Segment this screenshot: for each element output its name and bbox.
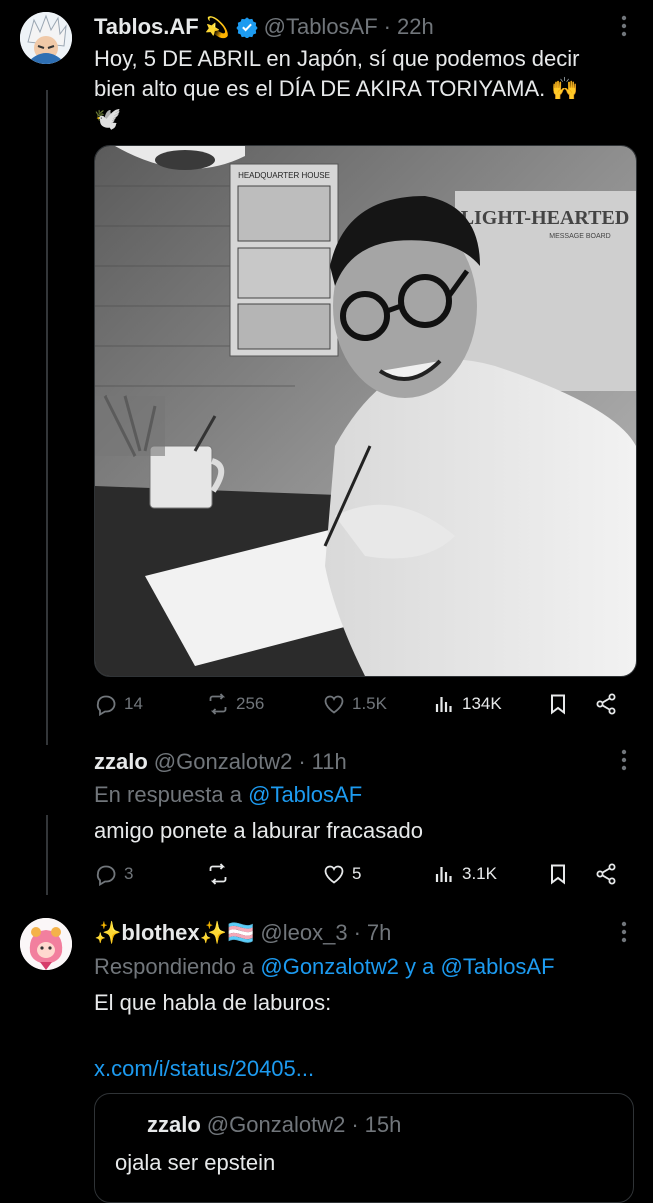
tweet-text-line3: 🕊️ (94, 106, 122, 131)
views-count: 134K (462, 694, 502, 713)
views-icon (435, 867, 452, 882)
tweet-text: Hoy, 5 DE ABRIL en Japón, sí que podemos… (94, 44, 639, 134)
more-horizontal-icon[interactable] (612, 920, 636, 950)
verified-badge-icon (235, 16, 258, 38)
reply-context: En respuesta a @TablosAF (94, 780, 362, 810)
author-handle[interactable]: @leox_3 (260, 920, 347, 946)
share-icon (596, 693, 616, 715)
tweet-text-line1: Hoy, 5 DE ABRIL en Japón, sí que podemos… (94, 46, 580, 71)
timestamp[interactable]: 11h (312, 749, 347, 775)
sign-text: LIGHT-HEARTED (461, 207, 630, 229)
repost-icon (209, 863, 227, 885)
reply-to-link-1[interactable]: @Gonzalotw2 (260, 954, 399, 979)
reply-actions: 3 5 3.1K (94, 862, 633, 894)
author-handle[interactable]: @TablosAF (264, 14, 378, 40)
reply-prefix: En respuesta a (94, 782, 242, 807)
more-horizontal-icon[interactable] (612, 748, 636, 778)
author-name[interactable]: zzalo (94, 749, 148, 775)
photo-akira-toriyama: HEADQUARTER HOUSE LIGHT-HEARTED MESSAGE … (95, 146, 636, 676)
views-button[interactable]: 3.1K (432, 862, 497, 886)
avatar-image (20, 12, 72, 64)
reply-and: y a (405, 954, 435, 979)
dot-separator: · (353, 920, 361, 945)
dot-separator: · (298, 749, 306, 774)
like-icon (324, 695, 344, 714)
reply-icon (96, 865, 116, 886)
quote-author-handle: @Gonzalotw2 (206, 1112, 346, 1137)
status-link[interactable]: x.com/i/status/20405... (94, 1054, 314, 1084)
thread-line-bottom (46, 815, 48, 895)
more-horizontal-icon[interactable] (612, 14, 636, 44)
timestamp[interactable]: 7h (367, 920, 391, 946)
bookmark-button[interactable] (546, 862, 570, 886)
reply-icon (96, 695, 116, 716)
sign-sub: MESSAGE BOARD (549, 233, 610, 240)
repost-button[interactable] (206, 862, 236, 886)
reply-to-link[interactable]: @TablosAF (248, 782, 362, 807)
dot-separator: · (383, 14, 391, 39)
tweet-actions: 14 256 1.5K 134K (94, 692, 633, 724)
share-button[interactable] (594, 862, 618, 886)
quote-timestamp: 15h (364, 1112, 402, 1137)
like-button[interactable]: 5 (322, 862, 361, 886)
author-name[interactable]: Tablos.AF (94, 14, 199, 40)
like-count: 5 (352, 864, 362, 883)
views-button[interactable]: 134K (432, 692, 502, 716)
repost-count: 256 (236, 694, 265, 713)
sparkle-emoji: 💫 (204, 16, 230, 39)
views-count: 3.1K (462, 864, 497, 883)
repost-button[interactable]: 256 (206, 692, 264, 716)
reply-to-link-2[interactable]: @TablosAF (441, 954, 555, 979)
reply-context: Respondiendo a @Gonzalotw2 y a @TablosAF (94, 952, 555, 982)
bookmark-icon (551, 694, 565, 715)
reply-text: amigo ponete a laburar fracasado (94, 818, 423, 843)
repost-icon (209, 693, 227, 715)
like-button[interactable]: 1.5K (322, 692, 387, 716)
share-icon (596, 863, 616, 885)
bookmark-icon (551, 864, 565, 885)
reply-text: El que habla de laburos: (94, 990, 332, 1015)
thread-line-top (46, 90, 48, 745)
tweet-text-line2: bien alto que es el DÍA DE AKIRA TORIYAM… (94, 76, 579, 101)
like-icon (324, 865, 344, 884)
quote-text: ojala ser epstein (115, 1150, 276, 1175)
share-button[interactable] (594, 692, 618, 716)
avatar-image (20, 918, 72, 970)
timestamp[interactable]: 22h (397, 14, 434, 40)
reply-count: 3 (124, 864, 134, 883)
like-count: 1.5K (352, 694, 387, 713)
quoted-tweet[interactable]: zzalo @Gonzalotw2 · 15h ojala ser epstei… (94, 1093, 634, 1203)
reply-prefix: Respondiendo a (94, 954, 255, 979)
bookmark-button[interactable] (546, 692, 570, 716)
reply-button[interactable]: 3 (94, 862, 133, 886)
avatar-tablosaf[interactable] (20, 12, 72, 64)
views-icon (435, 697, 452, 712)
tweet-photo[interactable]: HEADQUARTER HOUSE LIGHT-HEARTED MESSAGE … (94, 145, 637, 677)
quote-author-name: zzalo (147, 1112, 201, 1137)
board-title: HEADQUARTER HOUSE (238, 171, 330, 180)
author-name[interactable]: ✨blothex✨🏳️‍⚧️ (94, 920, 254, 946)
author-handle[interactable]: @Gonzalotw2 (154, 749, 293, 775)
dot-separator: · (351, 1112, 359, 1137)
avatar-blothex[interactable] (20, 918, 72, 970)
reply-count: 14 (124, 694, 143, 713)
reply-button[interactable]: 14 (94, 692, 143, 716)
